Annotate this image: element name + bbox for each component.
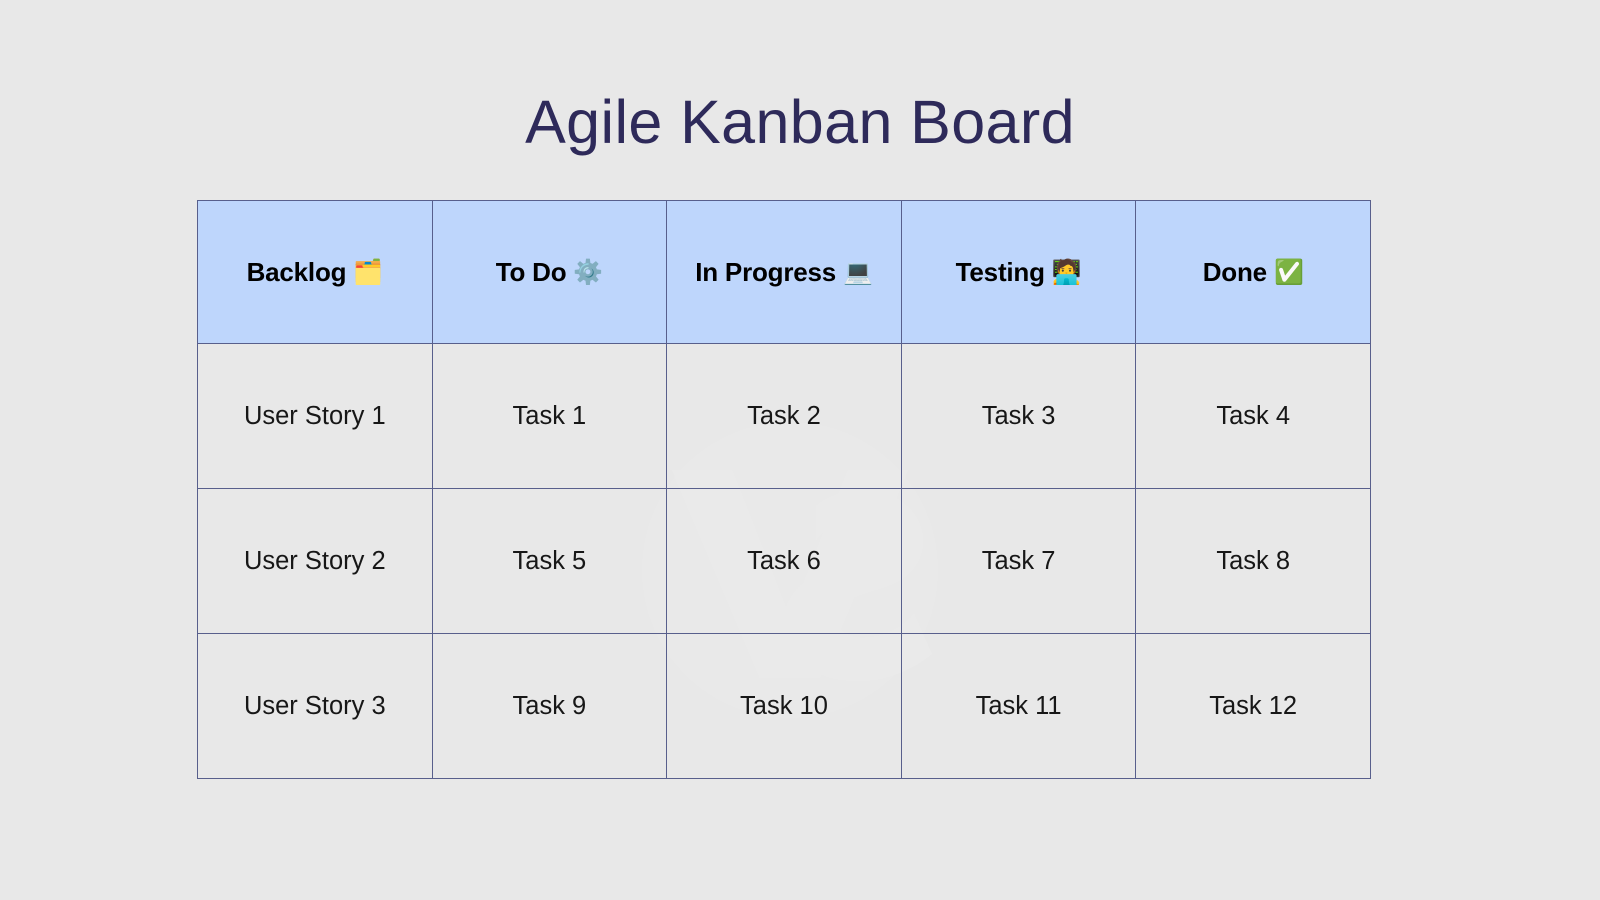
card-label: Task 2 bbox=[747, 401, 821, 430]
check-mark-button-icon: ✅ bbox=[1273, 258, 1304, 286]
card-label: Task 1 bbox=[512, 401, 587, 430]
column-header-label: Done bbox=[1202, 256, 1267, 287]
card-cell[interactable]: Task 4 bbox=[1135, 343, 1371, 489]
card-label: Task 7 bbox=[981, 546, 1056, 575]
card-cell[interactable]: Task 7 bbox=[900, 488, 1137, 634]
column-header-done[interactable]: Done ✅ bbox=[1135, 200, 1371, 344]
column-header-label: Backlog bbox=[246, 256, 347, 287]
card-cell[interactable]: User Story 1 bbox=[197, 343, 433, 489]
column-header-label: To Do bbox=[495, 256, 567, 287]
card-label: Task 11 bbox=[975, 691, 1062, 720]
table-row: User Story 1 Task 1 Task 2 Task 3 Task 4 bbox=[197, 343, 1371, 489]
kanban-table-header: Backlog 🗂️ To Do ⚙️ In Progress � bbox=[197, 200, 1371, 344]
card-label: Task 4 bbox=[1216, 401, 1291, 430]
column-header-label: In Progress bbox=[695, 256, 837, 287]
card-cell[interactable]: Task 3 bbox=[900, 343, 1137, 489]
kanban-table: Backlog 🗂️ To Do ⚙️ In Progress � bbox=[197, 200, 1371, 779]
card-cell[interactable]: Task 6 bbox=[666, 488, 902, 634]
card-cell[interactable]: Task 10 bbox=[666, 633, 902, 779]
card-label: User Story 2 bbox=[243, 546, 386, 575]
kanban-table-body: User Story 1 Task 1 Task 2 Task 3 Task 4… bbox=[197, 343, 1371, 779]
card-index-dividers-icon: 🗂️ bbox=[353, 258, 384, 286]
card-label: Task 12 bbox=[1209, 691, 1298, 720]
column-header-to-do[interactable]: To Do ⚙️ bbox=[431, 200, 668, 344]
laptop-icon: 💻 bbox=[843, 258, 873, 286]
card-label: Task 3 bbox=[981, 401, 1056, 430]
kanban-header-row: Backlog 🗂️ To Do ⚙️ In Progress � bbox=[197, 200, 1371, 344]
card-label: Task 8 bbox=[1216, 546, 1291, 575]
card-cell[interactable]: User Story 2 bbox=[197, 488, 433, 634]
card-label: Task 5 bbox=[512, 546, 587, 575]
technologist-icon: 🧑‍💻 bbox=[1051, 258, 1082, 286]
card-cell[interactable]: User Story 3 bbox=[197, 633, 433, 779]
gear-icon: ⚙️ bbox=[573, 258, 604, 286]
column-header-in-progress[interactable]: In Progress 💻 bbox=[666, 200, 902, 344]
card-cell[interactable]: Task 5 bbox=[431, 488, 668, 634]
column-header-label: Testing bbox=[955, 256, 1045, 287]
card-label: Task 10 bbox=[740, 691, 828, 720]
card-label: User Story 3 bbox=[243, 691, 386, 720]
card-label: Task 9 bbox=[512, 691, 587, 720]
card-label: Task 6 bbox=[747, 546, 821, 575]
table-row: User Story 2 Task 5 Task 6 Task 7 Task 8 bbox=[197, 488, 1371, 634]
kanban-board-page: Agile Kanban Board Backlog 🗂️ To Do ⚙️ I… bbox=[0, 0, 1600, 900]
kanban-board-table-wrapper: Backlog 🗂️ To Do ⚙️ In Progress � bbox=[197, 200, 1371, 779]
table-row: User Story 3 Task 9 Task 10 Task 11 Task… bbox=[197, 633, 1371, 779]
column-header-testing[interactable]: Testing 🧑‍💻 bbox=[900, 200, 1137, 344]
card-cell[interactable]: Task 9 bbox=[431, 633, 668, 779]
card-cell[interactable]: Task 1 bbox=[431, 343, 668, 489]
card-cell[interactable]: Task 8 bbox=[1135, 488, 1371, 634]
card-cell[interactable]: Task 12 bbox=[1135, 633, 1371, 779]
column-header-backlog[interactable]: Backlog 🗂️ bbox=[197, 200, 433, 344]
card-cell[interactable]: Task 2 bbox=[666, 343, 902, 489]
page-title: Agile Kanban Board bbox=[525, 87, 1075, 156]
card-label: User Story 1 bbox=[243, 401, 386, 430]
card-cell[interactable]: Task 11 bbox=[900, 633, 1137, 779]
